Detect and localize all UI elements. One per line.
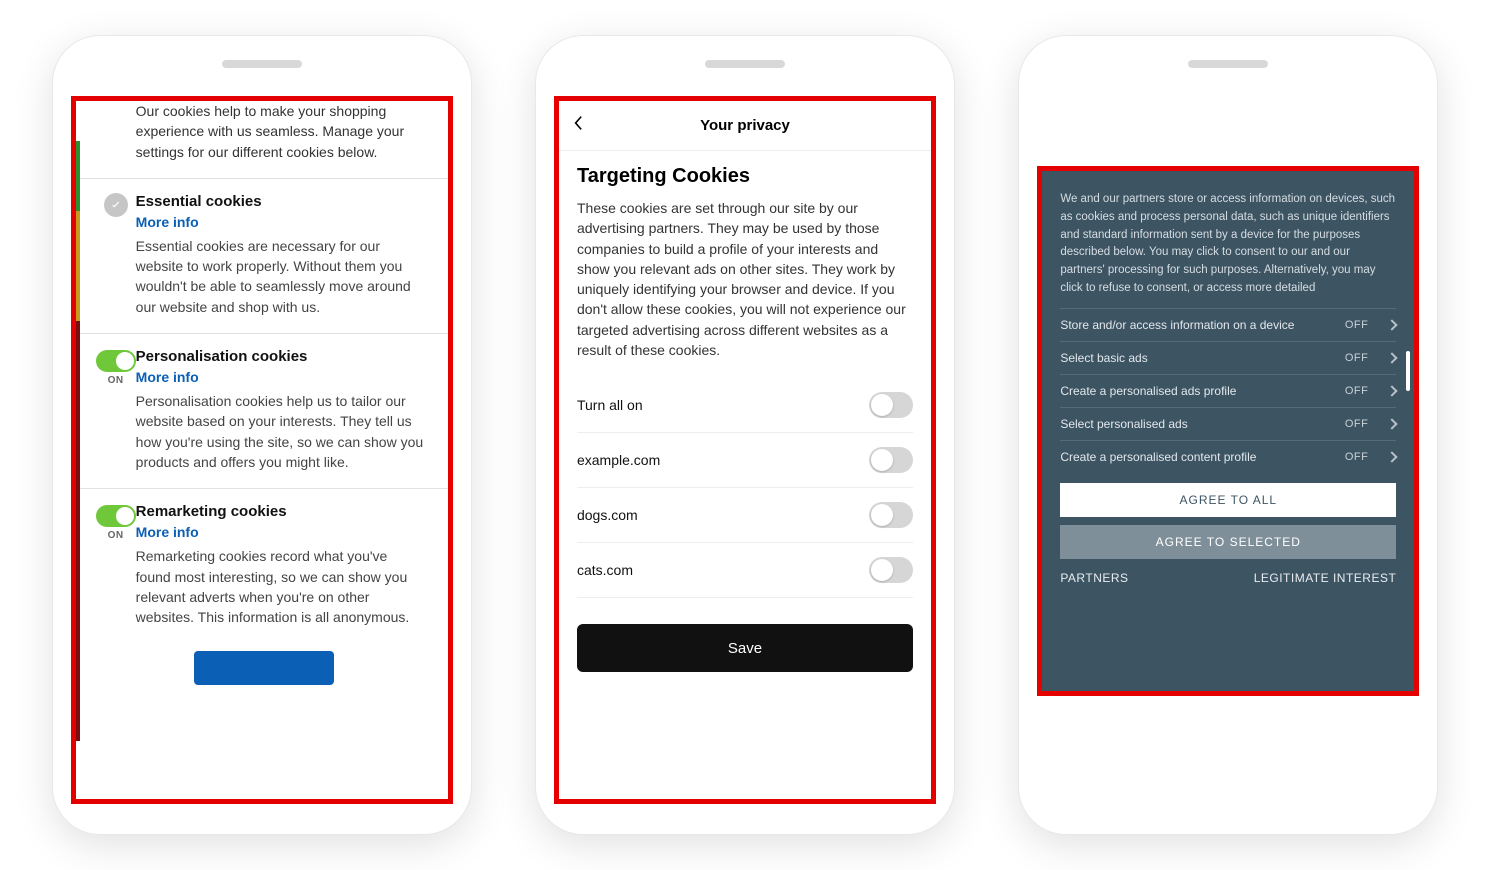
highlight-box-1: Our cookies help to make your shopping e… <box>71 96 453 804</box>
consent-panel: We and our partners store or access info… <box>1037 166 1419 696</box>
turn-all-on-label: Turn all on <box>577 397 643 413</box>
personalisation-toggle-label: ON <box>108 375 124 386</box>
purpose-1-label: Store and/or access information on a dev… <box>1060 318 1294 332</box>
save-button[interactable]: Save <box>577 624 913 672</box>
purpose-row-2[interactable]: Select basic ads OFF <box>1060 341 1396 374</box>
privacy-header-title: Your privacy <box>700 117 790 134</box>
essential-desc: Essential cookies are necessary for our … <box>136 236 426 317</box>
purpose-4-state: OFF <box>1345 418 1369 430</box>
remarketing-toggle[interactable] <box>96 505 136 527</box>
purpose-row-4[interactable]: Select personalised ads OFF <box>1060 407 1396 440</box>
essential-title: Essential cookies <box>136 193 426 210</box>
essential-more-info-link[interactable]: More info <box>136 214 199 230</box>
partner-3-label: cats.com <box>577 562 633 578</box>
purpose-4-label: Select personalised ads <box>1060 417 1187 431</box>
chevron-right-icon <box>1387 352 1398 363</box>
consent-intro-text: We and our partners store or access info… <box>1060 191 1396 298</box>
partner-1-toggle[interactable] <box>869 447 913 473</box>
agree-to-all-button[interactable]: AGREE TO ALL <box>1060 483 1396 517</box>
purpose-2-state: OFF <box>1345 352 1369 364</box>
scrollbar-thumb[interactable] <box>1406 351 1410 391</box>
partner-row-2: dogs.com <box>577 488 913 543</box>
purpose-1-state: OFF <box>1345 319 1369 331</box>
personalisation-more-info-link[interactable]: More info <box>136 369 199 385</box>
chevron-right-icon <box>1387 319 1398 330</box>
personalisation-cookies-section: ON Personalisation cookies More info Per… <box>80 333 448 488</box>
partner-3-toggle[interactable] <box>869 557 913 583</box>
remarketing-title: Remarketing cookies <box>136 503 426 520</box>
personalisation-desc: Personalisation cookies help us to tailo… <box>136 391 426 472</box>
privacy-header: Your privacy <box>559 101 931 151</box>
turn-all-on-row: Turn all on <box>577 378 913 433</box>
partner-row-1: example.com <box>577 433 913 488</box>
essential-cookies-section: Essential cookies More info Essential co… <box>80 178 448 333</box>
purpose-3-label: Create a personalised ads profile <box>1060 384 1236 398</box>
check-icon <box>104 193 128 217</box>
purpose-row-3[interactable]: Create a personalised ads profile OFF <box>1060 374 1396 407</box>
purpose-5-label: Create a personalised content profile <box>1060 450 1256 464</box>
cookie-intro-text: Our cookies help to make your shopping e… <box>80 101 448 178</box>
back-button[interactable] <box>573 115 583 136</box>
phone-frame-3: We and our partners store or access info… <box>1018 35 1438 835</box>
highlight-box-2: Your privacy Targeting Cookies These coo… <box>554 96 936 804</box>
targeting-heading: Targeting Cookies <box>577 165 913 188</box>
purpose-3-state: OFF <box>1345 385 1369 397</box>
purpose-2-label: Select basic ads <box>1060 351 1147 365</box>
purpose-row-5[interactable]: Create a personalised content profile OF… <box>1060 440 1396 473</box>
partner-2-toggle[interactable] <box>869 502 913 528</box>
chevron-right-icon <box>1387 385 1398 396</box>
primary-action-button[interactable] <box>194 651 334 685</box>
phone-frame-1: Our cookies help to make your shopping e… <box>52 35 472 835</box>
phone-frame-2: Your privacy Targeting Cookies These coo… <box>535 35 955 835</box>
remarketing-toggle-label: ON <box>108 530 124 541</box>
targeting-desc: These cookies are set through our site b… <box>577 198 913 360</box>
purpose-row-1[interactable]: Store and/or access information on a dev… <box>1060 308 1396 341</box>
partner-row-3: cats.com <box>577 543 913 598</box>
personalisation-title: Personalisation cookies <box>136 348 426 365</box>
turn-all-on-toggle[interactable] <box>869 392 913 418</box>
partners-link[interactable]: PARTNERS <box>1060 571 1128 585</box>
remarketing-cookies-section: ON Remarketing cookies More info Remarke… <box>80 488 448 643</box>
purpose-5-state: OFF <box>1345 451 1369 463</box>
partner-1-label: example.com <box>577 452 660 468</box>
remarketing-more-info-link[interactable]: More info <box>136 524 199 540</box>
agree-to-selected-button[interactable]: AGREE TO SELECTED <box>1060 525 1396 559</box>
chevron-right-icon <box>1387 451 1398 462</box>
personalisation-toggle[interactable] <box>96 350 136 372</box>
legitimate-interest-link[interactable]: LEGITIMATE INTEREST <box>1254 571 1397 585</box>
partner-2-label: dogs.com <box>577 507 638 523</box>
chevron-right-icon <box>1387 418 1398 429</box>
remarketing-desc: Remarketing cookies record what you've f… <box>136 546 426 627</box>
